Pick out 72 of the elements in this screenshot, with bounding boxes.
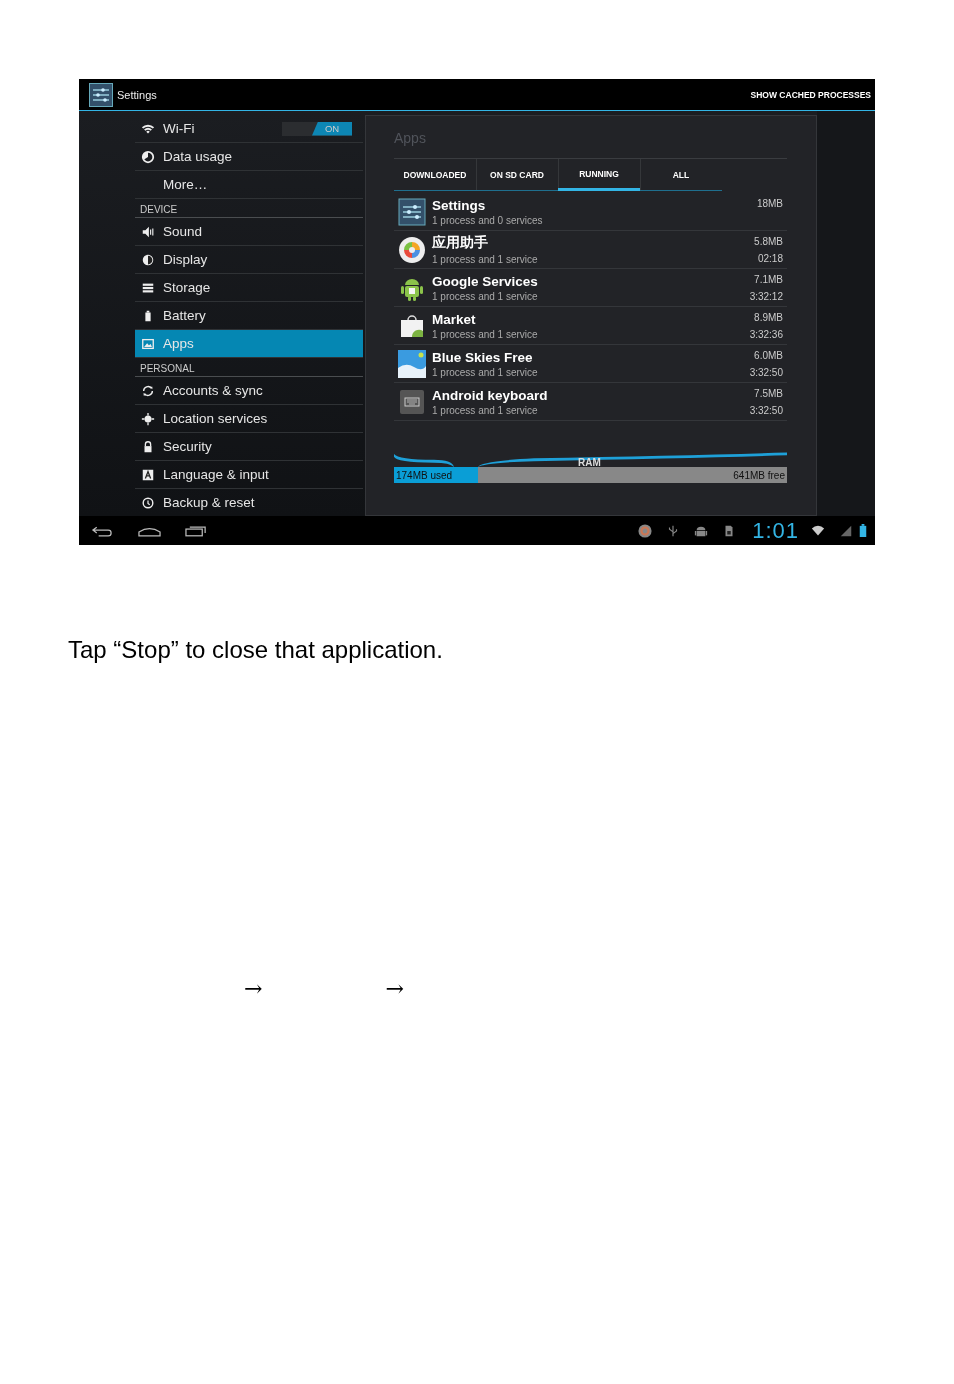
app-circle-icon — [398, 235, 426, 264]
app-name: Market — [432, 311, 477, 327]
settings-item[interactable]: Location services — [135, 405, 363, 433]
brightness-icon — [141, 252, 155, 267]
run-time: 3:32:50 — [749, 367, 783, 378]
memory-size: 7.5MB — [754, 388, 783, 399]
process-row[interactable]: 应用助手 1 process and 1 service 5.8MB 02:18 — [394, 231, 787, 269]
app-name: Google Services — [432, 273, 539, 289]
process-row[interactable]: Settings 1 process and 0 services 18MB — [394, 193, 787, 231]
tab[interactable]: RUNNING — [558, 159, 640, 191]
run-time: 3:32:12 — [749, 291, 783, 302]
location-icon — [141, 411, 155, 426]
back-icon[interactable] — [91, 524, 114, 537]
process-row[interactable]: Google Services 1 process and 1 service 7.1MB 3:32:12 — [394, 269, 787, 307]
process-detail: 1 process and 1 service — [432, 254, 539, 265]
process-detail: 1 process and 1 service — [432, 290, 539, 302]
process-detail: 1 process and 0 services — [432, 214, 544, 226]
restore-icon — [141, 495, 155, 510]
run-time: 3:32:50 — [749, 405, 783, 416]
app-name: 应用助手 — [432, 234, 489, 252]
process-row[interactable]: Blue Skies Free 1 process and 1 service 6.0MB 3:32:50 — [394, 345, 787, 383]
instruction-text: Tap “Stop” to close that application. — [68, 636, 444, 664]
settings-item[interactable]: Display — [135, 246, 363, 274]
process-detail: 1 process and 1 service — [432, 328, 539, 340]
settings-item[interactable]: Accounts & sync — [135, 377, 363, 405]
show-cached-processes-button[interactable]: SHOW CACHED PROCESSES — [750, 89, 871, 100]
app-name: Android keyboard — [432, 387, 549, 403]
memory-size: 7.1MB — [754, 274, 783, 285]
settings-item[interactable]: Language & input — [135, 461, 363, 489]
memory-size: 5.8MB — [754, 236, 783, 247]
run-time: 3:32:36 — [749, 329, 783, 340]
sync-icon — [141, 383, 155, 398]
process-detail: 1 process and 1 service — [432, 404, 539, 416]
memory-size: 8.9MB — [754, 312, 783, 323]
keyboard-key-icon — [141, 467, 155, 482]
sky-icon — [398, 349, 426, 378]
window-title: Settings — [117, 88, 157, 101]
process-detail: 1 process and 1 service — [432, 366, 539, 378]
sliders-icon — [398, 197, 426, 226]
settings-icon — [89, 82, 113, 107]
section-header: DEVICE — [135, 199, 363, 218]
settings-item[interactable]: Data usage — [135, 143, 363, 171]
tab[interactable]: ON SD CARD — [476, 159, 558, 191]
tab[interactable]: DOWNLOADED — [394, 159, 476, 191]
apps-icon — [141, 336, 155, 351]
settings-item[interactable]: Storage — [135, 274, 363, 302]
run-time: 02:18 — [757, 253, 783, 264]
settings-item[interactable]: More… — [135, 171, 363, 199]
keyboard-icon — [398, 387, 426, 416]
app-circle-icon — [638, 523, 653, 538]
process-row[interactable]: Android keyboard 1 process and 1 service 7.5MB 3:32:50 — [394, 383, 787, 421]
speaker-icon — [141, 224, 155, 239]
arrow: → — [244, 976, 263, 1001]
tab[interactable]: ALL — [640, 159, 722, 191]
pie-chart-icon — [141, 149, 155, 164]
app-name: Blue Skies Free — [432, 349, 534, 365]
process-row[interactable]: Market 1 process and 1 service 8.9MB 3:32:36 — [394, 307, 787, 345]
wifi-signal-icon — [811, 523, 825, 538]
section-header: PERSONAL — [135, 358, 363, 377]
memory-size: 6.0MB — [754, 350, 783, 361]
memory-size: 18MB — [756, 198, 783, 209]
used-memory: 174MB used — [395, 469, 454, 481]
app-name: Settings — [432, 197, 487, 213]
settings-item[interactable]: Wi-Fi ON — [135, 115, 363, 143]
clock: 1:01 — [752, 517, 799, 544]
arrow: → — [385, 976, 404, 1001]
free-memory: 641MB free — [732, 469, 786, 481]
recent-apps-icon[interactable] — [185, 524, 208, 537]
settings-item[interactable]: Sound — [135, 218, 363, 246]
ram-label: RAM — [578, 457, 601, 468]
settings-item[interactable]: Security — [135, 433, 363, 461]
battery-icon — [859, 524, 867, 537]
